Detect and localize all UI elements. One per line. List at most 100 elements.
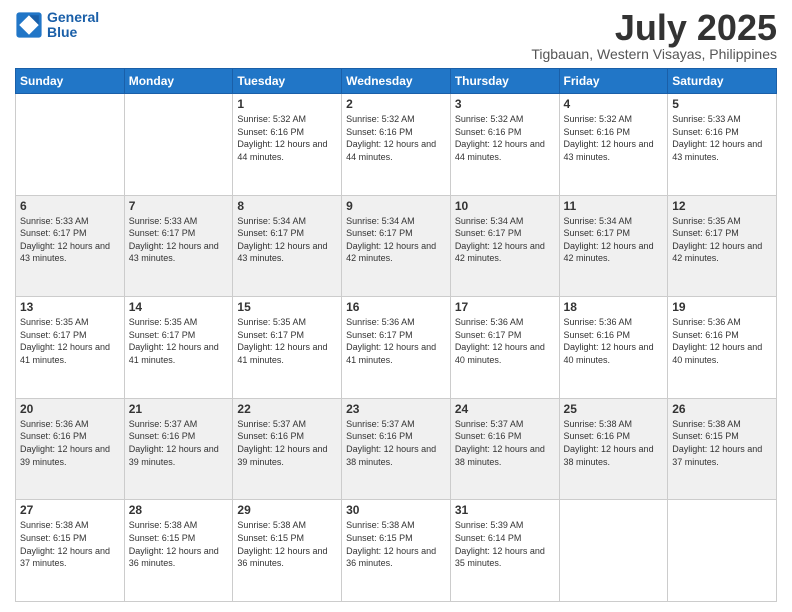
day-number: 4 xyxy=(564,97,664,111)
calendar-cell: 8Sunrise: 5:34 AM Sunset: 6:17 PM Daylig… xyxy=(233,195,342,297)
calendar-cell: 6Sunrise: 5:33 AM Sunset: 6:17 PM Daylig… xyxy=(16,195,125,297)
day-info: Sunrise: 5:37 AM Sunset: 6:16 PM Dayligh… xyxy=(237,418,337,468)
day-info: Sunrise: 5:36 AM Sunset: 6:17 PM Dayligh… xyxy=(455,316,555,366)
col-thursday: Thursday xyxy=(450,69,559,94)
day-info: Sunrise: 5:32 AM Sunset: 6:16 PM Dayligh… xyxy=(564,113,664,163)
day-info: Sunrise: 5:36 AM Sunset: 6:16 PM Dayligh… xyxy=(564,316,664,366)
day-number: 21 xyxy=(129,402,229,416)
calendar-week-1: 1 Sunrise: 5:32 AM Sunset: 6:16 PM Daylig… xyxy=(16,94,777,196)
calendar-table: Sunday Monday Tuesday Wednesday Thursday… xyxy=(15,68,777,602)
calendar-cell xyxy=(668,500,777,602)
day-info: Sunrise: 5:34 AM Sunset: 6:17 PM Dayligh… xyxy=(346,215,446,265)
calendar-cell: 3 Sunrise: 5:32 AM Sunset: 6:16 PM Daylig… xyxy=(450,94,559,196)
day-info: Sunrise: 5:32 AM Sunset: 6:16 PM Dayligh… xyxy=(455,113,555,163)
col-sunday: Sunday xyxy=(16,69,125,94)
calendar-cell: 13 Sunrise: 5:35 AM Sunset: 6:17 PM Dayli… xyxy=(16,297,125,399)
day-info: Sunrise: 5:36 AM Sunset: 6:16 PM Dayligh… xyxy=(672,316,772,366)
calendar-cell: 25 Sunrise: 5:38 AM Sunset: 6:16 PM Dayli… xyxy=(559,398,668,500)
calendar-cell: 7 Sunrise: 5:33 AM Sunset: 6:17 PM Daylig… xyxy=(124,195,233,297)
logo: General Blue xyxy=(15,10,99,41)
calendar-cell: 17 Sunrise: 5:36 AM Sunset: 6:17 PM Dayli… xyxy=(450,297,559,399)
calendar-cell: 12Sunrise: 5:35 AM Sunset: 6:17 PM Dayli… xyxy=(668,195,777,297)
calendar-cell xyxy=(16,94,125,196)
day-number: 31 xyxy=(455,503,555,517)
day-info: Sunrise: 5:35 AM Sunset: 6:17 PM Dayligh… xyxy=(672,215,772,265)
day-info: Sunrise: 5:36 AM Sunset: 6:16 PM Dayligh… xyxy=(20,418,120,468)
day-number: 17 xyxy=(455,300,555,314)
day-number: 1 xyxy=(237,97,337,111)
day-number: 9 xyxy=(346,199,446,213)
day-number: 29 xyxy=(237,503,337,517)
logo-line2: Blue xyxy=(47,24,77,40)
day-number: 13 xyxy=(20,300,120,314)
day-info: Sunrise: 5:37 AM Sunset: 6:16 PM Dayligh… xyxy=(455,418,555,468)
calendar-cell: 30 Sunrise: 5:38 AM Sunset: 6:15 PM Dayli… xyxy=(342,500,451,602)
day-number: 26 xyxy=(672,402,772,416)
day-info: Sunrise: 5:37 AM Sunset: 6:16 PM Dayligh… xyxy=(129,418,229,468)
subtitle: Tigbauan, Western Visayas, Philippines xyxy=(531,46,777,62)
calendar-cell: 26 Sunrise: 5:38 AM Sunset: 6:15 PM Dayli… xyxy=(668,398,777,500)
day-info: Sunrise: 5:38 AM Sunset: 6:16 PM Dayligh… xyxy=(564,418,664,468)
calendar-week-2: 6 Sunrise: 5:33 AM Sunset: 6:17 PM Daylig… xyxy=(16,195,777,297)
main-title: July 2025 xyxy=(531,10,777,46)
calendar-cell: 28 Sunrise: 5:38 AM Sunset: 6:15 PM Dayli… xyxy=(124,500,233,602)
day-info: Sunrise: 5:35 AM Sunset: 6:17 PM Dayligh… xyxy=(129,316,229,366)
day-number: 7 xyxy=(129,199,229,213)
calendar-cell: 9 Sunrise: 5:34 AM Sunset: 6:17 PM Daylig… xyxy=(342,195,451,297)
day-info: Sunrise: 5:36 AM Sunset: 6:17 PM Dayligh… xyxy=(346,316,446,366)
day-number: 22 xyxy=(237,402,337,416)
day-number: 28 xyxy=(129,503,229,517)
logo-text: General Blue xyxy=(47,10,99,41)
day-info: Sunrise: 5:33 AM Sunset: 6:17 PM Dayligh… xyxy=(129,215,229,265)
calendar-cell xyxy=(124,94,233,196)
calendar-cell: 2Sunrise: 5:32 AM Sunset: 6:16 PM Daylig… xyxy=(342,94,451,196)
calendar-cell: 24 Sunrise: 5:37 AM Sunset: 6:16 PM Dayli… xyxy=(450,398,559,500)
day-number: 3 xyxy=(455,97,555,111)
day-number: 10 xyxy=(455,199,555,213)
calendar-cell: 27 Sunrise: 5:38 AM Sunset: 6:15 PM Dayli… xyxy=(16,500,125,602)
day-number: 11 xyxy=(564,199,664,213)
day-number: 24 xyxy=(455,402,555,416)
header: General Blue July 2025 Tigbauan, Western… xyxy=(15,10,777,62)
calendar-cell: 18Sunrise: 5:36 AM Sunset: 6:16 PM Dayli… xyxy=(559,297,668,399)
day-number: 23 xyxy=(346,402,446,416)
calendar-header-row: Sunday Monday Tuesday Wednesday Thursday… xyxy=(16,69,777,94)
day-number: 30 xyxy=(346,503,446,517)
col-friday: Friday xyxy=(559,69,668,94)
day-number: 27 xyxy=(20,503,120,517)
calendar-cell: 21 Sunrise: 5:37 AM Sunset: 6:16 PM Dayli… xyxy=(124,398,233,500)
day-info: Sunrise: 5:35 AM Sunset: 6:17 PM Dayligh… xyxy=(20,316,120,366)
col-monday: Monday xyxy=(124,69,233,94)
day-info: Sunrise: 5:39 AM Sunset: 6:14 PM Dayligh… xyxy=(455,519,555,569)
day-info: Sunrise: 5:38 AM Sunset: 6:15 PM Dayligh… xyxy=(237,519,337,569)
calendar-week-5: 27 Sunrise: 5:38 AM Sunset: 6:15 PM Dayli… xyxy=(16,500,777,602)
day-number: 19 xyxy=(672,300,772,314)
day-number: 25 xyxy=(564,402,664,416)
col-tuesday: Tuesday xyxy=(233,69,342,94)
calendar-week-4: 20Sunrise: 5:36 AM Sunset: 6:16 PM Dayli… xyxy=(16,398,777,500)
calendar-week-3: 13 Sunrise: 5:35 AM Sunset: 6:17 PM Dayli… xyxy=(16,297,777,399)
col-saturday: Saturday xyxy=(668,69,777,94)
page: General Blue July 2025 Tigbauan, Western… xyxy=(0,0,792,612)
day-info: Sunrise: 5:38 AM Sunset: 6:15 PM Dayligh… xyxy=(672,418,772,468)
day-info: Sunrise: 5:32 AM Sunset: 6:16 PM Dayligh… xyxy=(237,113,337,163)
calendar-cell: 10Sunrise: 5:34 AM Sunset: 6:17 PM Dayli… xyxy=(450,195,559,297)
logo-icon xyxy=(15,11,43,39)
day-info: Sunrise: 5:35 AM Sunset: 6:17 PM Dayligh… xyxy=(237,316,337,366)
day-number: 16 xyxy=(346,300,446,314)
day-info: Sunrise: 5:34 AM Sunset: 6:17 PM Dayligh… xyxy=(564,215,664,265)
calendar-cell: 16 Sunrise: 5:36 AM Sunset: 6:17 PM Dayli… xyxy=(342,297,451,399)
day-info: Sunrise: 5:38 AM Sunset: 6:15 PM Dayligh… xyxy=(129,519,229,569)
day-info: Sunrise: 5:38 AM Sunset: 6:15 PM Dayligh… xyxy=(20,519,120,569)
calendar-cell xyxy=(559,500,668,602)
day-number: 14 xyxy=(129,300,229,314)
day-number: 6 xyxy=(20,199,120,213)
calendar-cell: 22 Sunrise: 5:37 AM Sunset: 6:16 PM Dayli… xyxy=(233,398,342,500)
day-number: 5 xyxy=(672,97,772,111)
day-info: Sunrise: 5:38 AM Sunset: 6:15 PM Dayligh… xyxy=(346,519,446,569)
title-section: July 2025 Tigbauan, Western Visayas, Phi… xyxy=(531,10,777,62)
calendar-cell: 31 Sunrise: 5:39 AM Sunset: 6:14 PM Dayli… xyxy=(450,500,559,602)
calendar-cell: 11 Sunrise: 5:34 AM Sunset: 6:17 PM Dayli… xyxy=(559,195,668,297)
day-number: 8 xyxy=(237,199,337,213)
col-wednesday: Wednesday xyxy=(342,69,451,94)
